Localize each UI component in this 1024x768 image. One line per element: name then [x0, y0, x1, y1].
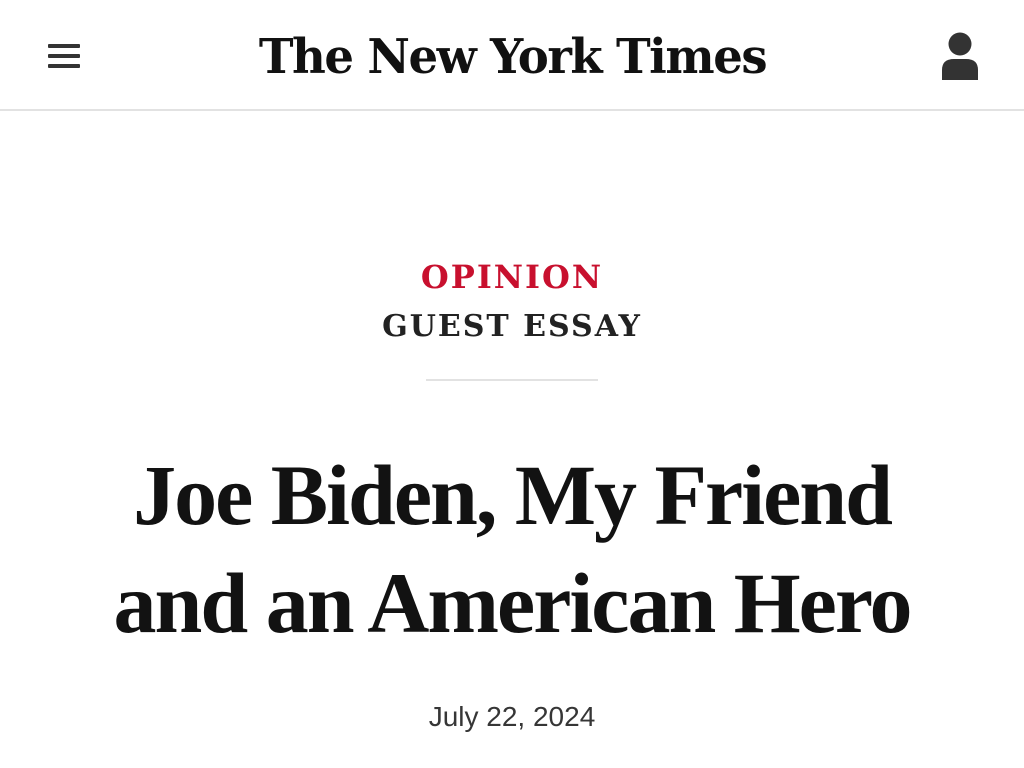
- section-label[interactable]: OPINION: [0, 257, 1024, 297]
- user-account-icon: [942, 32, 978, 80]
- article-header: OPINION GUEST ESSAY Joe Biden, My Friend…: [0, 111, 1024, 768]
- nyt-logo[interactable]: The New York Times: [240, 22, 784, 92]
- hamburger-menu-icon: [48, 44, 80, 48]
- menu-button[interactable]: [40, 36, 88, 80]
- nyt-logo-text: The New York Times: [258, 29, 767, 85]
- site-header: The New York Times: [0, 0, 1024, 111]
- guest-essay-label: GUEST ESSAY: [382, 309, 642, 344]
- account-button[interactable]: [932, 28, 988, 84]
- publish-date: July 22, 2024: [428, 701, 596, 732]
- hamburger-menu-icon-line: [48, 64, 80, 68]
- hamburger-menu-icon-line: [48, 54, 80, 58]
- divider: [426, 379, 598, 381]
- article-headline: Joe Biden, My Friend and an American Her…: [113, 447, 913, 651]
